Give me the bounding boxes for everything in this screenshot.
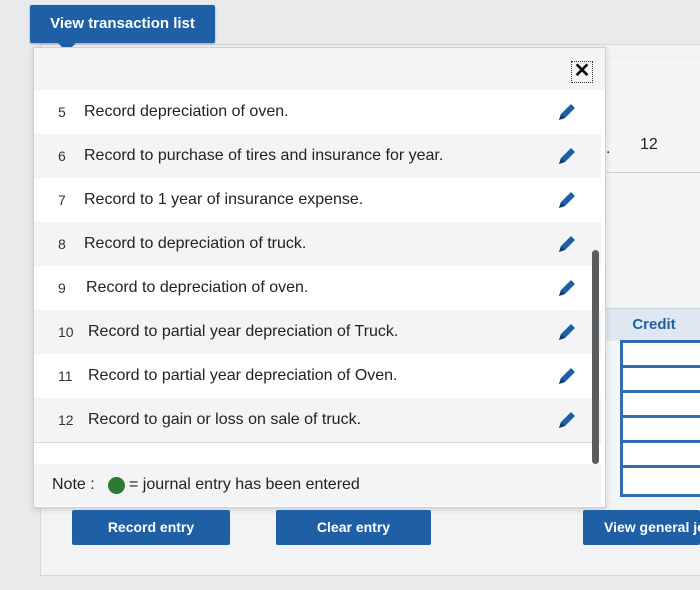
view-general-journal-button[interactable]: View general jo [583,510,700,545]
pencil-icon[interactable] [556,321,578,343]
transaction-number: 8 [58,236,66,252]
pencil-icon[interactable] [556,233,578,255]
transaction-number: 6 [58,148,66,164]
pencil-icon[interactable] [556,365,578,387]
credit-input[interactable] [620,365,700,390]
transaction-label: Record depreciation of oven. [84,103,289,120]
transaction-row[interactable]: 5 Record depreciation of oven. [34,90,601,135]
credit-input[interactable] [620,440,700,465]
background-dot: . [606,140,611,157]
credit-column-header: Credit [604,308,700,341]
pencil-icon[interactable] [556,145,578,167]
credit-input[interactable] [620,415,700,440]
note-label: Note : [52,476,95,493]
close-icon[interactable]: ✕ [571,61,593,83]
transaction-list-popup: ✕ 5 Record depreciation of oven. 6 Recor… [33,47,606,508]
credit-input[interactable] [620,390,700,415]
credit-input[interactable] [620,340,700,365]
pencil-icon[interactable] [556,189,578,211]
view-transaction-list-button[interactable]: View transaction list [30,5,215,52]
transaction-label: Record to purchase of tires and insuranc… [84,147,444,164]
popup-header: ✕ [34,48,605,90]
entered-indicator-icon [108,477,125,494]
transaction-label: Record to partial year depreciation of O… [88,367,398,384]
transaction-number: 12 [58,412,74,428]
transaction-number: 11 [58,368,73,384]
transaction-number: 9 [58,280,66,296]
transaction-number: 7 [58,192,66,208]
transaction-label: Record to depreciation of truck. [84,235,307,252]
background-transaction-number: 12 [640,136,658,153]
transaction-label: Record to partial year depreciation of T… [88,323,399,340]
transaction-label: Record to 1 year of insurance expense. [84,191,364,208]
transaction-number: 5 [58,104,66,120]
transaction-label: Record to depreciation of oven. [86,279,309,296]
transaction-row[interactable]: 9 Record to depreciation of oven. [34,266,601,311]
note-text: = journal entry has been entered [129,476,360,493]
transaction-row[interactable]: 6 Record to purchase of tires and insura… [34,134,601,179]
divider [604,172,700,173]
clear-entry-button[interactable]: Clear entry [276,510,431,545]
legend-note: Note : = journal entry has been entered [34,464,601,506]
transaction-row[interactable]: 7 Record to 1 year of insurance expense. [34,178,601,223]
transaction-row[interactable]: 12 Record to gain or loss on sale of tru… [34,398,601,443]
pencil-icon[interactable] [556,409,578,431]
transaction-row[interactable]: 11 Record to partial year depreciation o… [34,354,601,399]
popup-scrollbar[interactable] [592,250,599,464]
record-entry-button[interactable]: Record entry [72,510,230,545]
pencil-icon[interactable] [556,101,578,123]
transaction-row[interactable]: 8 Record to depreciation of truck. [34,222,601,267]
transaction-row[interactable]: 10 Record to partial year depreciation o… [34,310,601,355]
credit-input[interactable] [620,465,700,497]
transaction-number: 10 [58,324,74,340]
transaction-label: Record to gain or loss on sale of truck. [88,411,362,428]
pencil-icon[interactable] [556,277,578,299]
